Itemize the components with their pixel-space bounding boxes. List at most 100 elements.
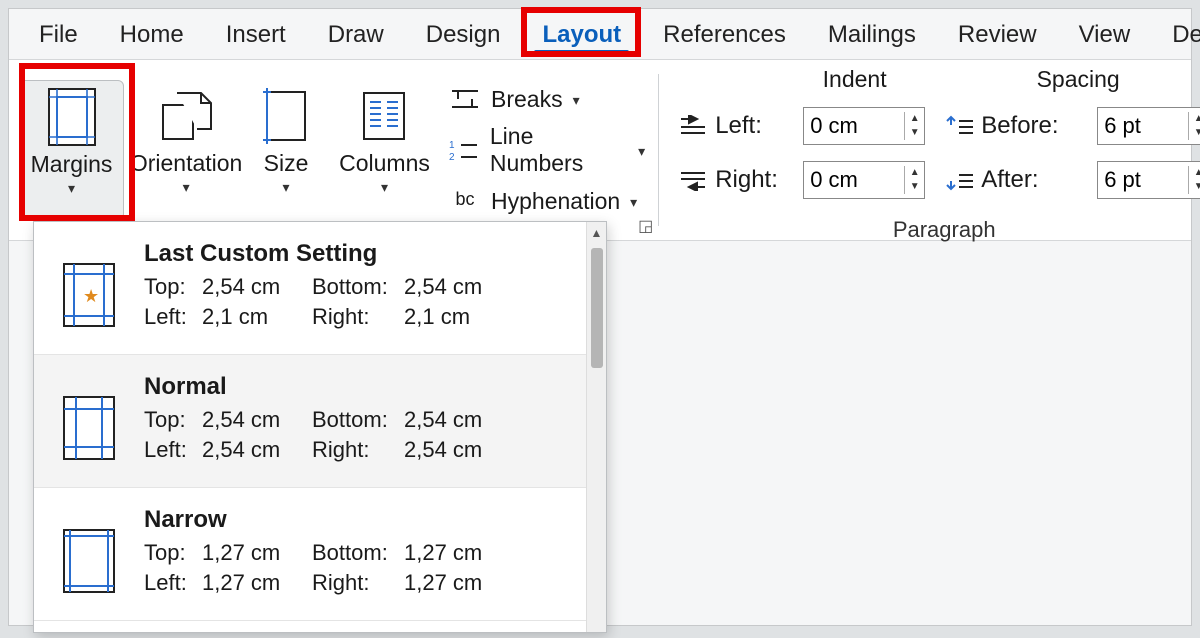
margin-preset-last-custom[interactable]: ★ Last Custom Setting Top: 2,54 cm Botto… <box>34 222 606 355</box>
spacing-header: Spacing <box>1037 66 1120 93</box>
top-value: 2,54 cm <box>202 407 312 433</box>
spin-up-icon[interactable]: ▲ <box>905 112 924 126</box>
left-value: 2,1 cm <box>202 304 312 330</box>
spacing-before-icon <box>945 115 973 137</box>
indent-right-input[interactable]: ▲▼ <box>803 161 925 199</box>
bottom-value: 1,27 cm <box>404 540 494 566</box>
spacing-after-input[interactable]: ▲▼ <box>1097 161 1200 199</box>
line-numbers-button[interactable]: 1 2 Line Numbers ▾ <box>449 123 645 177</box>
svg-text:★: ★ <box>83 286 99 306</box>
tab-design[interactable]: Design <box>406 13 521 55</box>
margin-preset-icon <box>54 373 124 463</box>
right-label: Right: <box>312 570 404 596</box>
margins-button[interactable]: Margins ▾ <box>19 80 124 220</box>
spin-down-icon[interactable]: ▼ <box>1189 180 1200 194</box>
indent-left-icon <box>679 115 707 137</box>
preset-title: Last Custom Setting <box>144 240 586 268</box>
preset-title: Normal <box>144 373 586 401</box>
scroll-up-icon[interactable]: ▲ <box>591 222 603 244</box>
right-label: Right: <box>312 304 404 330</box>
columns-label: Columns <box>339 150 430 177</box>
hyphenation-icon: bc <box>449 187 481 215</box>
hyphenation-label: Hyphenation <box>491 188 620 215</box>
right-label: Right: <box>312 437 404 463</box>
breaks-button[interactable]: Breaks ▾ <box>449 85 645 113</box>
top-label: Top: <box>144 407 202 433</box>
tab-view[interactable]: View <box>1059 13 1151 55</box>
margin-preset-normal[interactable]: Normal Top: 2,54 cm Bottom: 2,54 cm Left… <box>34 355 606 488</box>
breaks-label: Breaks <box>491 86 563 113</box>
scroll-thumb[interactable] <box>591 248 603 368</box>
svg-text:1: 1 <box>449 140 455 151</box>
preset-title: Narrow <box>144 506 586 534</box>
tab-review[interactable]: Review <box>938 13 1057 55</box>
tab-file[interactable]: File <box>19 13 98 55</box>
left-label: Left: <box>144 304 202 330</box>
columns-icon <box>361 86 407 146</box>
chevron-down-icon: ▾ <box>183 179 190 196</box>
tab-mailings[interactable]: Mailings <box>808 13 936 55</box>
bottom-value: 2,54 cm <box>404 407 494 433</box>
breaks-icon <box>449 85 481 113</box>
right-value: 2,54 cm <box>404 437 494 463</box>
size-button[interactable]: Size ▾ <box>248 80 324 220</box>
spin-down-icon[interactable]: ▼ <box>905 126 924 140</box>
margins-dropdown: ★ Last Custom Setting Top: 2,54 cm Botto… <box>33 221 607 633</box>
bottom-label: Bottom: <box>312 407 404 433</box>
tab-references[interactable]: References <box>643 13 806 55</box>
tab-insert[interactable]: Insert <box>206 13 306 55</box>
paragraph-group-label: Paragraph <box>893 215 996 243</box>
top-value: 1,27 cm <box>202 540 312 566</box>
chevron-down-icon: ▾ <box>630 194 637 211</box>
spin-up-icon[interactable]: ▲ <box>905 166 924 180</box>
chevron-down-icon: ▾ <box>638 143 645 160</box>
bottom-label: Bottom: <box>312 274 404 300</box>
spin-up-icon[interactable]: ▲ <box>1189 166 1200 180</box>
spacing-before-input[interactable]: ▲▼ <box>1097 107 1200 145</box>
size-icon <box>263 86 309 146</box>
margin-preset-icon <box>54 506 124 596</box>
spin-down-icon[interactable]: ▼ <box>1189 126 1200 140</box>
margins-icon <box>45 87 99 147</box>
svg-text:2: 2 <box>449 152 455 162</box>
orientation-label: Orientation <box>130 150 243 177</box>
chevron-down-icon: ▾ <box>573 92 580 109</box>
spin-up-icon[interactable]: ▲ <box>1189 112 1200 126</box>
orientation-button[interactable]: Orientation ▾ <box>132 80 240 220</box>
columns-button[interactable]: Columns ▾ <box>332 80 437 220</box>
chevron-down-icon: ▾ <box>68 180 75 197</box>
top-label: Top: <box>144 274 202 300</box>
spacing-after-label: After: <box>981 166 1038 194</box>
right-value: 2,1 cm <box>404 304 494 330</box>
margins-label: Margins <box>31 151 113 178</box>
top-label: Top: <box>144 540 202 566</box>
left-label: Left: <box>144 437 202 463</box>
chevron-down-icon: ▾ <box>283 179 290 196</box>
size-label: Size <box>264 150 309 177</box>
margin-preset-icon: ★ <box>54 240 124 330</box>
indent-right-icon <box>679 169 707 191</box>
hyphenation-button[interactable]: bc Hyphenation ▾ <box>449 187 645 215</box>
tab-draw[interactable]: Draw <box>308 13 404 55</box>
indent-left-label: Left: <box>715 112 762 140</box>
spin-down-icon[interactable]: ▼ <box>905 180 924 194</box>
line-numbers-label: Line Numbers <box>490 123 628 177</box>
chevron-down-icon: ▾ <box>381 179 388 196</box>
tab-layout[interactable]: Layout <box>522 13 641 55</box>
right-value: 1,27 cm <box>404 570 494 596</box>
bottom-label: Bottom: <box>312 540 404 566</box>
tab-dev[interactable]: Dev <box>1152 13 1200 55</box>
indent-header: Indent <box>823 66 887 93</box>
bottom-value: 2,54 cm <box>404 274 494 300</box>
spacing-after-icon <box>945 169 973 191</box>
line-numbers-icon: 1 2 <box>449 136 480 164</box>
spacing-before-label: Before: <box>981 112 1058 140</box>
indent-left-input[interactable]: ▲▼ <box>803 107 925 145</box>
page-setup-launcher-icon[interactable]: ◲ <box>638 216 653 236</box>
left-label: Left: <box>144 570 202 596</box>
margin-preset-narrow[interactable]: Narrow Top: 1,27 cm Bottom: 1,27 cm Left… <box>34 488 606 621</box>
left-value: 1,27 cm <box>202 570 312 596</box>
orientation-icon <box>157 86 215 146</box>
tab-home[interactable]: Home <box>100 13 204 55</box>
dropdown-scrollbar[interactable]: ▲ <box>586 222 606 632</box>
